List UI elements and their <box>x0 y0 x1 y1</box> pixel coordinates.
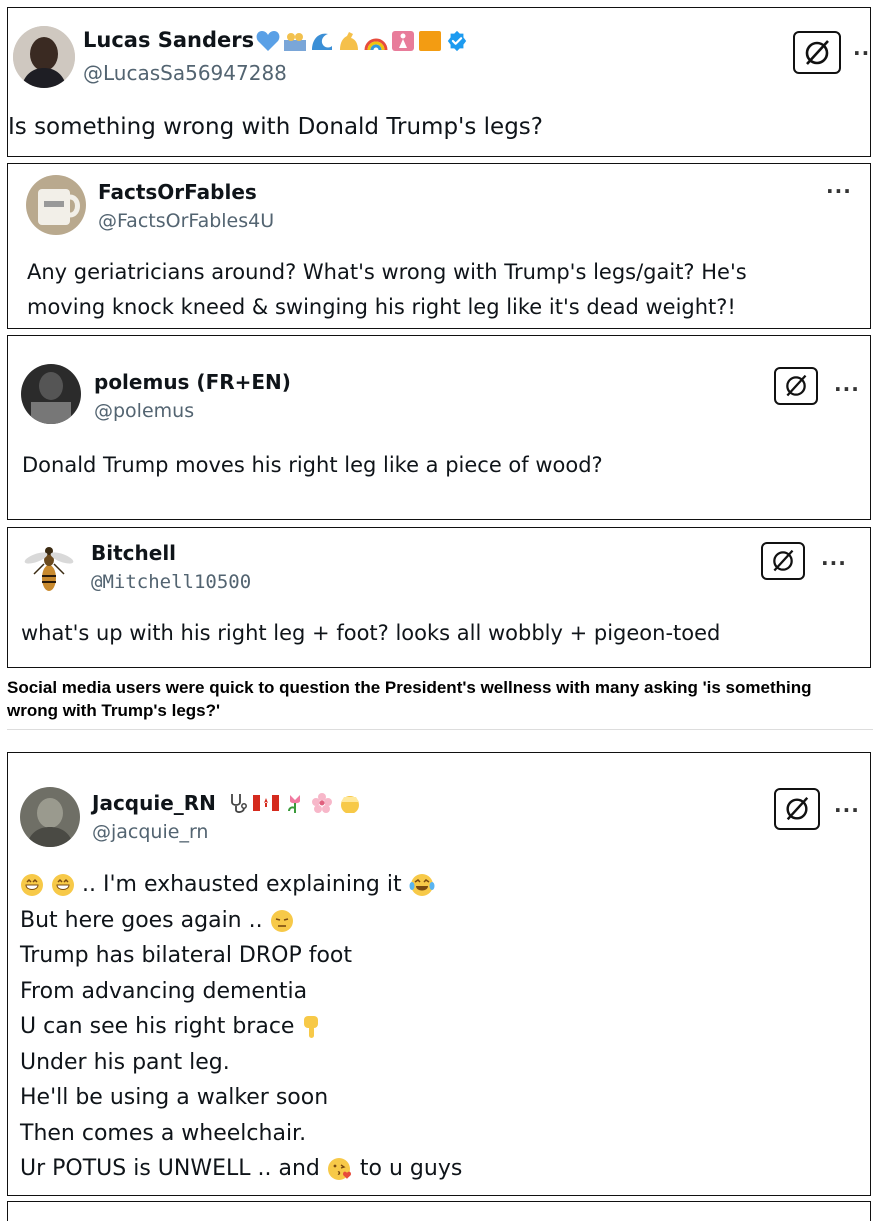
line-text: .. I'm exhausted explaining it <box>82 872 402 897</box>
tweet-text-line-7: He'll be using a walker soon <box>20 1085 329 1110</box>
handle[interactable]: @jacquie_rn <box>92 821 208 843</box>
handle[interactable]: @FactsOrFables4U <box>98 210 274 232</box>
tweet-text-line-5: U can see his right brace <box>20 1009 462 1045</box>
grinning-face-icon <box>52 874 74 896</box>
display-name[interactable]: FactsOrFables <box>98 180 257 204</box>
flexed-biceps-icon <box>340 32 358 50</box>
wave-emoji-icon <box>312 33 332 50</box>
womens-symbol-icon <box>392 31 414 51</box>
tweet-text-line-1: Any geriatricians around? What's wrong w… <box>27 260 747 284</box>
line-text: Ur POTUS is UNWELL .. and <box>20 1156 320 1181</box>
more-options-icon[interactable]: ·· <box>853 43 870 63</box>
display-name[interactable]: Jacquie_RN <box>92 791 216 815</box>
tweet-text-block: .. I'm exhausted explaining it But here … <box>20 867 462 1187</box>
more-options-icon[interactable]: ··· <box>821 553 847 573</box>
line-text: But here goes again .. <box>20 907 263 933</box>
pointing-down-icon <box>304 1016 319 1038</box>
article-caption: Social media users were quick to questio… <box>7 678 812 720</box>
avatar[interactable] <box>13 26 75 88</box>
handle[interactable]: @polemus <box>94 400 194 422</box>
tweet-text-line-1: .. I'm exhausted explaining it <box>20 867 462 903</box>
orange-square-icon <box>419 31 441 51</box>
cherry-blossom-icon <box>312 793 332 813</box>
more-options-icon[interactable]: ··· <box>834 800 860 820</box>
grok-glyph-icon <box>786 374 807 397</box>
more-options-icon[interactable]: ··· <box>834 379 860 399</box>
name-emoji-badges <box>256 29 469 53</box>
avatar[interactable] <box>20 787 80 847</box>
line-text: to u guys <box>359 1156 463 1181</box>
pensive-face-icon <box>270 909 293 932</box>
grok-glyph-icon <box>805 39 829 65</box>
tweet-text-line-2: moving knock kneed & swinging his right … <box>27 295 736 319</box>
tweet-text-line-4: From advancing dementia <box>20 978 308 1004</box>
grok-icon[interactable] <box>774 367 818 405</box>
display-name[interactable]: Bitchell <box>91 541 176 565</box>
rainbow-icon <box>364 38 388 51</box>
handle[interactable]: @Mitchell10500 <box>91 571 251 593</box>
blue-heart-icon <box>256 31 280 51</box>
tweet-text: what's up with his right leg + foot? loo… <box>21 621 721 645</box>
tulip-icon <box>288 795 300 813</box>
grok-icon[interactable] <box>793 31 841 74</box>
crying-laughing-icon <box>409 874 435 896</box>
tweet-text-line-3: Trump has bilateral DROP foot <box>20 943 353 968</box>
tweet-text: Is something wrong with Donald Trump's l… <box>8 114 543 140</box>
tweet-text-line-9: Ur POTUS is UNWELL .. and to u guys <box>20 1151 462 1187</box>
tweet-card-factsorfables[interactable]: FactsOrFables @FactsOrFables4U ··· Any g… <box>7 163 871 329</box>
canada-flag-icon <box>253 795 279 811</box>
tweet-text-line-8: Then comes a wheelchair. <box>20 1120 307 1146</box>
tweet-text-line-6: Under his pant leg. <box>20 1049 230 1075</box>
avatar[interactable] <box>26 175 86 235</box>
tweet-text: Donald Trump moves his right leg like a … <box>22 453 603 477</box>
avatar[interactable] <box>20 540 78 598</box>
avatar-photo <box>13 26 75 88</box>
stethoscope-icon <box>231 794 247 813</box>
verified-badge-icon <box>447 30 467 52</box>
tweet-card-bitchell[interactable]: Bitchell @Mitchell10500 ··· what's up wi… <box>7 527 871 668</box>
grok-icon[interactable] <box>774 788 820 830</box>
face-emoji-icon <box>341 796 359 813</box>
name-emoji-badges <box>228 791 362 815</box>
grinning-face-icon <box>21 874 43 896</box>
avatar-mug-photo <box>26 175 86 235</box>
display-name[interactable]: polemus (FR+EN) <box>94 370 291 394</box>
avatar-wasp-photo <box>20 540 78 598</box>
tweet-card-polemus[interactable]: polemus (FR+EN) @polemus ··· Donald Trum… <box>7 335 871 520</box>
tweet-text-line-2: But here goes again .. <box>20 903 462 939</box>
line-text: U can see his right brace <box>20 1014 295 1039</box>
handle[interactable]: @LucasSa56947288 <box>83 61 287 85</box>
tweet-card-jacquie[interactable]: Jacquie_RN @jacquie_rn ··· .. I'm exhaus… <box>7 752 871 1196</box>
grok-glyph-icon <box>786 796 809 821</box>
grok-glyph-icon <box>773 549 794 572</box>
people-emoji-icon <box>284 33 306 51</box>
grok-icon[interactable] <box>761 542 805 580</box>
tweet-card-lucas[interactable]: Lucas Sanders @LucasSa56947288 ·· Is som… <box>7 7 871 157</box>
display-name[interactable]: Lucas Sanders <box>83 28 254 52</box>
avatar-statue-photo <box>21 364 81 424</box>
divider <box>7 729 873 730</box>
avatar-photo <box>20 787 80 847</box>
more-options-icon[interactable]: ··· <box>826 181 852 201</box>
avatar[interactable] <box>21 364 81 424</box>
tweet-card-next[interactable] <box>7 1201 871 1221</box>
kissing-face-icon <box>327 1158 351 1180</box>
